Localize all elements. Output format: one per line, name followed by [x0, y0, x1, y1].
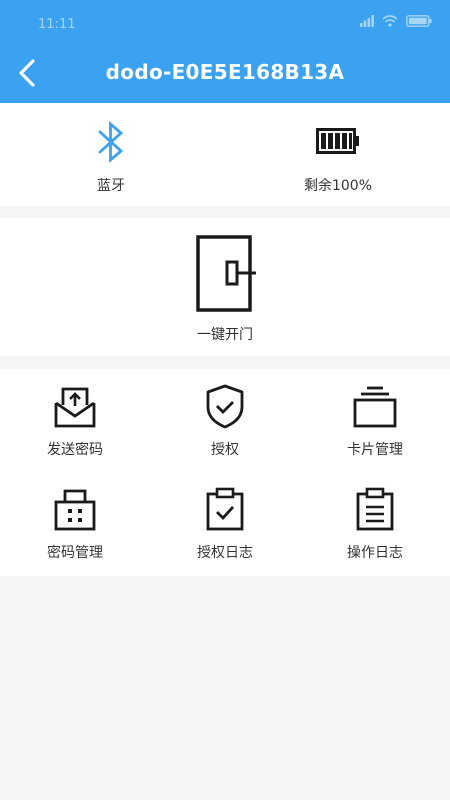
operation-log-label: 操作日志 [347, 545, 403, 561]
bluetooth-status[interactable]: 蓝牙 [51, 120, 171, 195]
device-info-card: 蓝牙 剩余100% [0, 103, 450, 206]
shield-check-icon [206, 384, 244, 429]
unlock-door-button[interactable]: 一键开门 [175, 234, 275, 344]
battery-label: 剩余100% [303, 178, 373, 194]
battery-icon [316, 128, 359, 154]
card-management-label: 卡片管理 [347, 442, 403, 458]
card-management-button[interactable]: 卡片管理 [300, 381, 450, 477]
authorize-button[interactable]: 授权 [150, 381, 300, 477]
clipboard-list-icon [356, 487, 394, 531]
keypad-lock-icon [54, 489, 96, 531]
unlock-card: 一键开门 [0, 218, 450, 356]
page-title: dodo-E0E5E168B13A [105, 60, 345, 84]
wifi-icon [382, 15, 398, 27]
send-password-button[interactable]: 发送密码 [0, 381, 150, 477]
bluetooth-label: 蓝牙 [97, 178, 125, 194]
function-grid: 发送密码 授权 卡片管理 密码管理 授权日志 操作日志 [0, 369, 450, 576]
operation-log-button[interactable]: 操作日志 [300, 484, 450, 580]
card-stack-icon [353, 386, 397, 428]
clipboard-check-icon [206, 487, 244, 531]
password-management-button[interactable]: 密码管理 [0, 484, 150, 580]
send-mail-icon [54, 387, 96, 428]
status-icons [360, 15, 432, 27]
unlock-label: 一键开门 [197, 327, 253, 343]
status-battery-icon [406, 15, 432, 27]
door-icon [196, 235, 256, 312]
status-bar: 11:11 [0, 0, 450, 48]
battery-status: 剩余100% [278, 121, 398, 195]
authorization-log-button[interactable]: 授权日志 [150, 484, 300, 580]
app-header: 11:11 dodo-E0E5E168B13A [0, 0, 450, 103]
send-password-label: 发送密码 [47, 442, 103, 458]
signal-icon [360, 15, 374, 27]
bluetooth-icon [98, 120, 124, 164]
password-management-label: 密码管理 [47, 545, 103, 561]
status-time: 11:11 [38, 17, 76, 32]
authorization-log-label: 授权日志 [197, 545, 253, 561]
authorize-label: 授权 [211, 442, 239, 458]
